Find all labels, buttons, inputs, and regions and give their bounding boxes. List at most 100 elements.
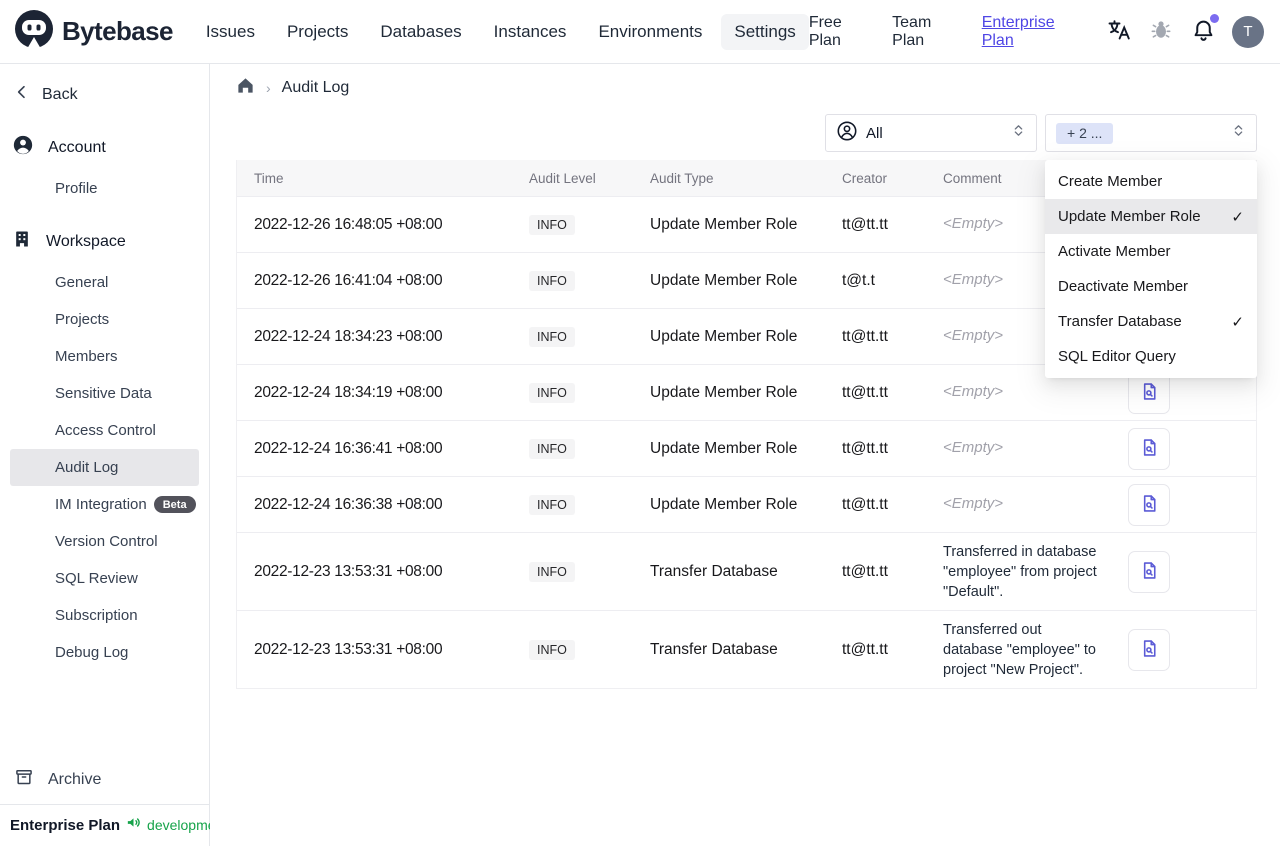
- nav-item-projects[interactable]: Projects: [274, 14, 361, 50]
- view-detail-button[interactable]: [1128, 550, 1170, 593]
- menu-item-transfer-database[interactable]: Transfer Database ✓: [1045, 304, 1257, 339]
- audit-level: INFO: [521, 639, 642, 660]
- breadcrumb-separator: ›: [266, 80, 271, 96]
- audit-type-dropdown-menu: Create Member ✓ Update Member Role ✓ Act…: [1045, 160, 1257, 378]
- archive-link[interactable]: Archive: [0, 755, 209, 804]
- team-plan-label: Team Plan: [892, 13, 932, 49]
- main-nav: Issues Projects Databases Instances Envi…: [193, 13, 809, 50]
- bytebase-logo[interactable]: Bytebase: [14, 9, 173, 54]
- language-switch-button[interactable]: [1105, 16, 1133, 47]
- audit-creator: t@t.t: [842, 271, 875, 289]
- enterprise-plan-link[interactable]: Enterprise Plan: [982, 14, 1091, 50]
- check-icon: ✓: [1231, 313, 1244, 331]
- view-detail-button[interactable]: [1128, 483, 1170, 526]
- sidebar-item-label: Access Control: [55, 422, 156, 439]
- filter-bar: All + 2 ...: [236, 114, 1257, 152]
- audit-comment: Transferred in database "employee" from …: [943, 543, 1097, 600]
- sidebar-item-label: Audit Log: [55, 459, 119, 476]
- sidebar-item-label: Projects: [55, 311, 110, 328]
- column-header-time: Time: [254, 170, 284, 186]
- audit-creator: tt@tt.tt: [842, 327, 888, 345]
- workspace-section: Workspace General Projects Members Sensi…: [0, 219, 209, 671]
- audit-level-badge: INFO: [529, 326, 575, 347]
- sidebar-item-label: Debug Log: [55, 644, 129, 661]
- menu-item-sql-editor-query[interactable]: SQL Editor Query ✓: [1045, 339, 1257, 374]
- breadcrumb-current: Audit Log: [281, 79, 350, 96]
- table-row: 2022-12-23 13:53:31 +08:00 INFO Transfer…: [237, 532, 1256, 610]
- audit-time: 2022-12-24 16:36:38 +08:00: [254, 495, 443, 513]
- sidebar-item-audit-log[interactable]: Audit Log: [10, 449, 199, 486]
- check-icon: ✓: [1231, 208, 1244, 226]
- sidebar-item-projects[interactable]: Projects: [0, 301, 209, 338]
- audit-time: 2022-12-23 13:53:31 +08:00: [254, 562, 443, 580]
- person-circle-icon: [836, 120, 858, 147]
- audit-type: Update Member Role: [650, 439, 798, 457]
- menu-item-label: Transfer Database: [1058, 313, 1182, 330]
- audit-type: Transfer Database: [650, 640, 778, 658]
- user-avatar[interactable]: T: [1232, 15, 1264, 48]
- sidebar-item-subscription[interactable]: Subscription: [0, 597, 209, 634]
- document-search-icon: [1139, 493, 1160, 517]
- audit-creator: tt@tt.tt: [842, 495, 888, 513]
- audit-creator: tt@tt.tt: [842, 640, 888, 658]
- audit-creator: tt@tt.tt: [842, 383, 888, 401]
- audit-level: INFO: [521, 214, 642, 235]
- audit-type: Transfer Database: [650, 562, 778, 580]
- audit-level-badge: INFO: [529, 561, 575, 582]
- free-plan-label: Free Plan: [808, 13, 842, 49]
- audit-type: Update Member Role: [650, 271, 798, 289]
- menu-item-activate-member[interactable]: Activate Member ✓: [1045, 234, 1257, 269]
- menu-item-update-member-role[interactable]: Update Member Role ✓: [1045, 199, 1257, 234]
- audit-row-actions: [1108, 483, 1256, 526]
- audit-time: 2022-12-24 18:34:23 +08:00: [254, 327, 443, 345]
- menu-item-create-member[interactable]: Create Member ✓: [1045, 164, 1257, 199]
- audit-creator: tt@tt.tt: [842, 439, 888, 457]
- creator-filter-select[interactable]: All: [825, 114, 1037, 152]
- audit-type: Update Member Role: [650, 383, 798, 401]
- view-detail-button[interactable]: [1128, 628, 1170, 671]
- audit-row-actions: [1108, 550, 1256, 593]
- chevron-up-down-icon: [1011, 123, 1026, 143]
- notifications-button[interactable]: [1189, 13, 1220, 48]
- debug-report-button[interactable]: [1147, 16, 1175, 47]
- sidebar-item-profile[interactable]: Profile: [0, 170, 209, 207]
- audit-level: INFO: [521, 494, 642, 515]
- sidebar-item-sensitive-data[interactable]: Sensitive Data: [0, 375, 209, 412]
- menu-item-deactivate-member[interactable]: Deactivate Member ✓: [1045, 269, 1257, 304]
- view-detail-button[interactable]: [1128, 427, 1170, 470]
- speaker-icon: [125, 814, 142, 836]
- audit-creator: tt@tt.tt: [842, 215, 888, 233]
- account-section: Account Profile: [0, 125, 209, 207]
- audit-time: 2022-12-23 13:53:31 +08:00: [254, 640, 443, 658]
- nav-item-issues[interactable]: Issues: [193, 14, 268, 50]
- translate-icon: [1107, 18, 1131, 45]
- nav-item-databases[interactable]: Databases: [367, 14, 474, 50]
- audit-type-filter-select[interactable]: + 2 ...: [1045, 114, 1257, 152]
- user-icon: [12, 134, 34, 161]
- column-header-creator: Creator: [842, 170, 888, 186]
- audit-time: 2022-12-26 16:41:04 +08:00: [254, 271, 443, 289]
- audit-level-badge: INFO: [529, 270, 575, 291]
- back-button[interactable]: Back: [0, 70, 209, 113]
- sidebar-item-label: Subscription: [55, 607, 138, 624]
- archive-icon: [14, 767, 34, 792]
- home-icon[interactable]: [236, 76, 255, 100]
- sidebar-item-access-control[interactable]: Access Control: [0, 412, 209, 449]
- nav-item-instances[interactable]: Instances: [481, 14, 580, 50]
- sidebar-item-debug-log[interactable]: Debug Log: [0, 634, 209, 671]
- sidebar-item-version-control[interactable]: Version Control: [0, 523, 209, 560]
- bytebase-logo-icon: [14, 9, 54, 54]
- chevron-left-icon: [14, 84, 30, 105]
- audit-level-badge: INFO: [529, 382, 575, 403]
- sidebar-item-label: General: [55, 274, 109, 291]
- table-row: 2022-12-24 16:36:38 +08:00 INFO Update M…: [237, 476, 1256, 532]
- audit-creator: tt@tt.tt: [842, 562, 888, 580]
- sidebar-item-sql-review[interactable]: SQL Review: [0, 560, 209, 597]
- workspace-section-title: Workspace: [46, 232, 126, 250]
- nav-item-environments[interactable]: Environments: [585, 14, 715, 50]
- sidebar-item-im-integration[interactable]: IM Integration Beta: [0, 486, 209, 523]
- sidebar-item-general[interactable]: General: [0, 264, 209, 301]
- nav-item-settings[interactable]: Settings: [721, 13, 809, 50]
- sidebar-item-members[interactable]: Members: [0, 338, 209, 375]
- audit-level: INFO: [521, 561, 642, 582]
